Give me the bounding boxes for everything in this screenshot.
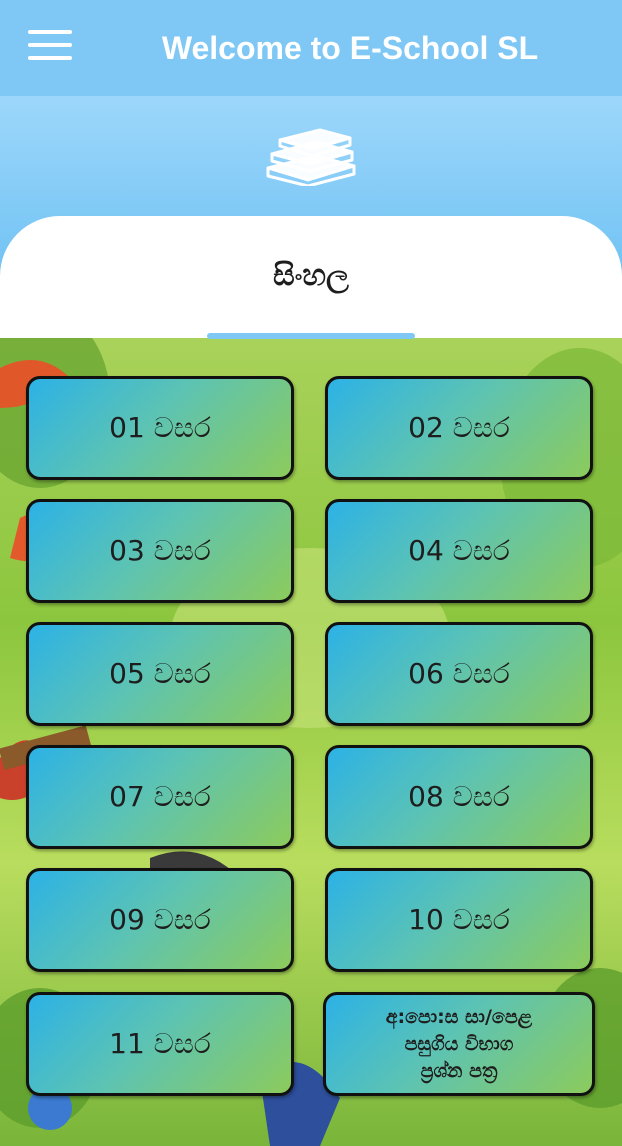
grade-label: 02 වසර xyxy=(408,411,510,444)
grade-11-button[interactable]: 11 වසර xyxy=(26,992,294,1096)
grade-05-button[interactable]: 05 වසර xyxy=(26,622,294,726)
menu-line xyxy=(28,43,72,47)
grade-07-button[interactable]: 07 වසර xyxy=(26,745,294,849)
grade-label: 05 වසර xyxy=(109,657,211,690)
grade-01-button[interactable]: 01 වසර xyxy=(26,376,294,480)
grade-06-button[interactable]: 06 වසර xyxy=(325,622,593,726)
past-papers-label: අ:පො:ස සා/පෙළ පසුගිය විභාග ප්‍රශ්න පත්‍ර xyxy=(385,1005,533,1082)
grade-label: 01 වසර xyxy=(109,411,211,444)
grade-label: 08 වසර xyxy=(408,780,510,813)
grade-08-button[interactable]: 08 වසර xyxy=(325,745,593,849)
grade-label: 10 වසර xyxy=(408,903,510,936)
grade-label: 07 වසර xyxy=(109,780,211,813)
hamburger-menu-icon[interactable] xyxy=(22,24,78,68)
tab-indicator xyxy=(207,333,415,339)
grade-03-button[interactable]: 03 වසර xyxy=(26,499,294,603)
past-papers-button[interactable]: අ:පො:ස සා/පෙළ පසුගිය විභාග ප්‍රශ්න පත්‍ර xyxy=(323,992,595,1096)
menu-line xyxy=(28,56,72,60)
grade-10-button[interactable]: 10 වසර xyxy=(325,868,593,972)
app-title: Welcome to E-School SL xyxy=(161,30,539,66)
subject-title: සිංහල xyxy=(273,258,349,293)
books-icon xyxy=(266,128,356,186)
grade-09-button[interactable]: 09 වසර xyxy=(26,868,294,972)
grade-02-button[interactable]: 02 වසර xyxy=(325,376,593,480)
grade-label: 06 වසර xyxy=(408,657,510,690)
app-bar: Welcome to E-School SL xyxy=(0,0,622,96)
grade-label: 11 වසර xyxy=(109,1027,211,1060)
grade-04-button[interactable]: 04 වසර xyxy=(325,499,593,603)
menu-line xyxy=(28,30,72,34)
grade-label: 09 වසර xyxy=(109,903,211,936)
grade-label: 03 වසර xyxy=(109,534,211,567)
grade-label: 04 වසර xyxy=(408,534,510,567)
